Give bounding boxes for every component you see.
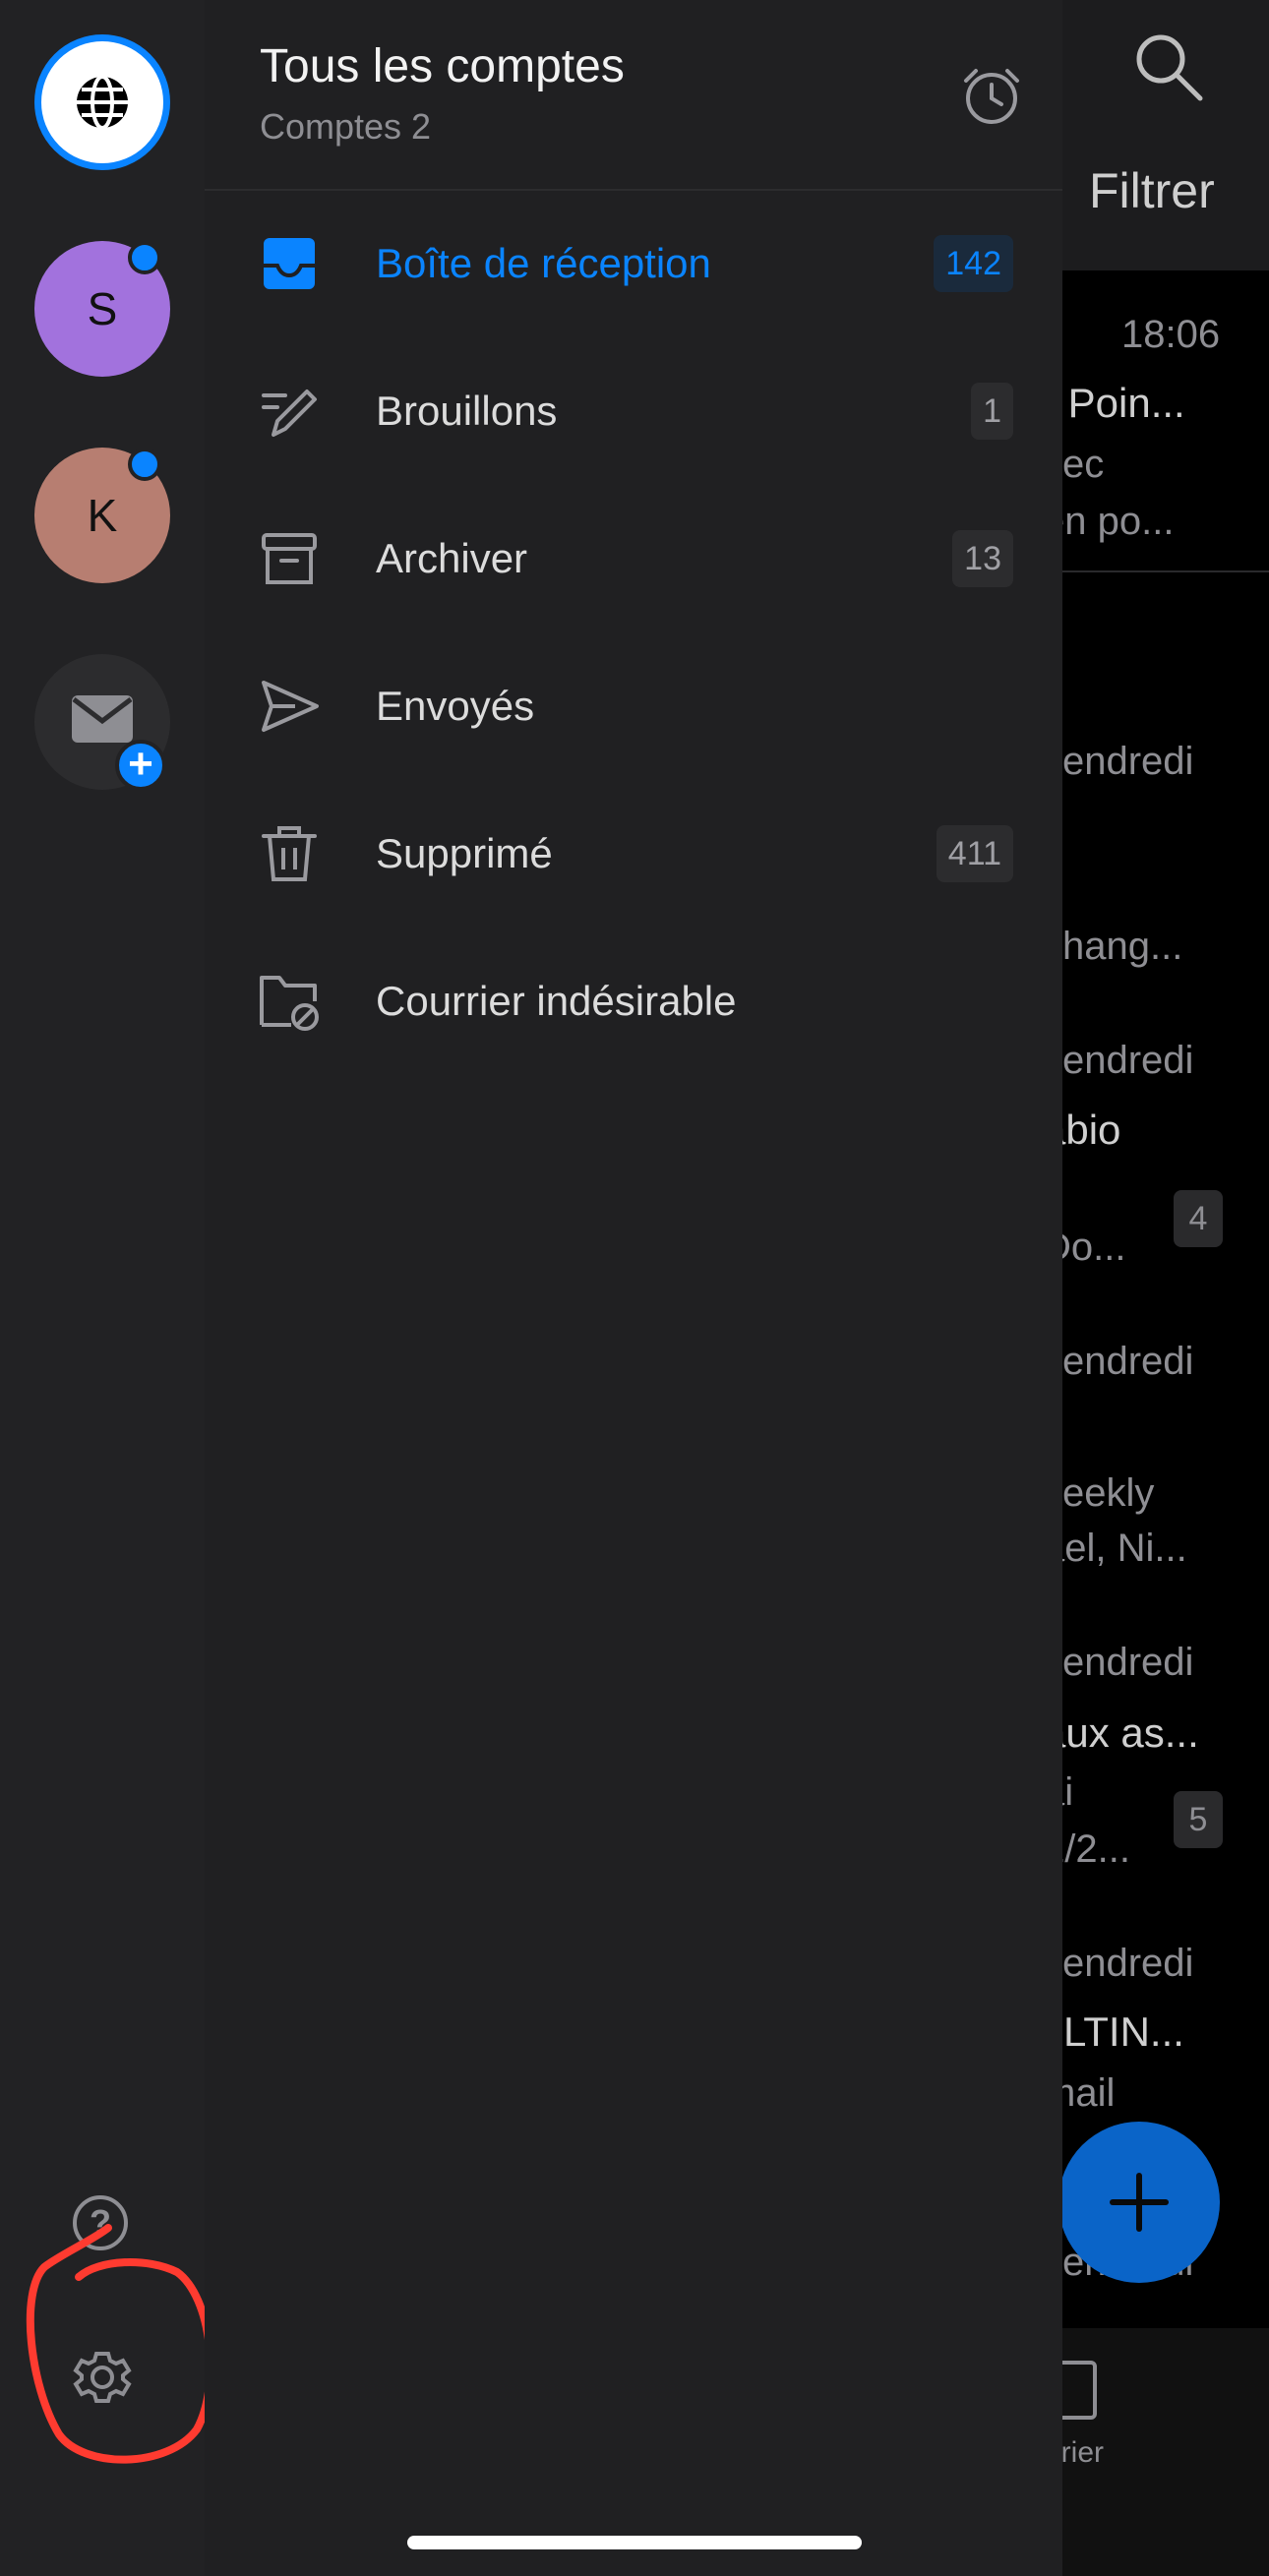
mail-icon — [72, 695, 133, 743]
message-snippet[interactable]: en po... — [1043, 500, 1174, 544]
message-snippet[interactable]: - Poin... — [1043, 380, 1185, 427]
search-icon[interactable] — [1129, 28, 1208, 106]
filter-button[interactable]: Filtrer — [1089, 162, 1215, 219]
trash-icon — [262, 826, 317, 881]
message-snippet[interactable]: ael, Ni... — [1043, 1527, 1187, 1571]
sent-icon — [262, 681, 319, 732]
junk-icon — [260, 976, 319, 1031]
folder-drafts[interactable]: Brouillons 1 — [205, 352, 1062, 470]
drawer-title: Tous les comptes — [260, 40, 625, 92]
compose-button[interactable] — [1058, 2122, 1220, 2283]
message-snippet[interactable]: chang... — [1043, 925, 1182, 969]
account-rail: S K + ? — [0, 0, 214, 2576]
all-accounts-button[interactable] — [34, 34, 170, 170]
folder-deleted[interactable]: Supprimé 411 — [205, 795, 1062, 913]
count-badge: 13 — [952, 530, 1013, 587]
thread-count: 4 — [1174, 1190, 1223, 1247]
folder-label: Boîte de réception — [376, 240, 711, 286]
inbox-icon — [264, 238, 315, 289]
folder-archive[interactable]: Archiver 13 — [205, 500, 1062, 618]
message-snippet[interactable]: vendredi — [1043, 740, 1193, 784]
folder-label: Archiver — [376, 535, 528, 581]
folder-label: Supprimé — [376, 830, 553, 876]
red-circle-annotation — [26, 2224, 214, 2464]
message-snippet[interactable]: aux as... — [1043, 1709, 1199, 1757]
message-snippet[interactable]: 18:06 — [1121, 313, 1220, 357]
message-snippet[interactable]: JLTIN... — [1043, 2008, 1184, 2056]
folder-junk[interactable]: Courrier indésirable — [205, 942, 1062, 1060]
unread-dot — [128, 241, 161, 274]
plus-icon — [1110, 2173, 1169, 2232]
count-badge: 411 — [936, 825, 1013, 882]
globe-icon — [77, 75, 128, 130]
message-snippet[interactable]: vendredi — [1043, 1340, 1193, 1384]
count-badge: 1 — [971, 383, 1013, 440]
unread-dot — [128, 448, 161, 481]
message-snippet[interactable]: vendredi — [1043, 1039, 1193, 1083]
folder-label: Brouillons — [376, 388, 558, 434]
thread-count: 5 — [1174, 1791, 1223, 1848]
folder-sent[interactable]: Envoyés — [205, 647, 1062, 765]
folder-drawer: Tous les comptes Comptes 2 Boîte de réce… — [205, 0, 1062, 2576]
plus-badge-icon: + — [115, 740, 166, 791]
drafts-icon — [262, 389, 317, 437]
folder-inbox[interactable]: Boîte de réception 142 — [205, 205, 1062, 323]
folder-label: Envoyés — [376, 683, 535, 729]
divider — [205, 189, 1062, 191]
home-indicator — [407, 2536, 862, 2549]
message-snippet[interactable]: vendredi — [1043, 1942, 1193, 1986]
folder-label: Courrier indésirable — [376, 978, 737, 1024]
message-snippet[interactable]: vendredi — [1043, 1641, 1193, 1685]
unread-count-badge: 142 — [934, 235, 1013, 292]
archive-icon — [262, 533, 317, 584]
divider — [1043, 570, 1269, 572]
drawer-subtitle: Comptes 2 — [260, 106, 432, 147]
alarm-clock-icon[interactable] — [960, 65, 1023, 128]
